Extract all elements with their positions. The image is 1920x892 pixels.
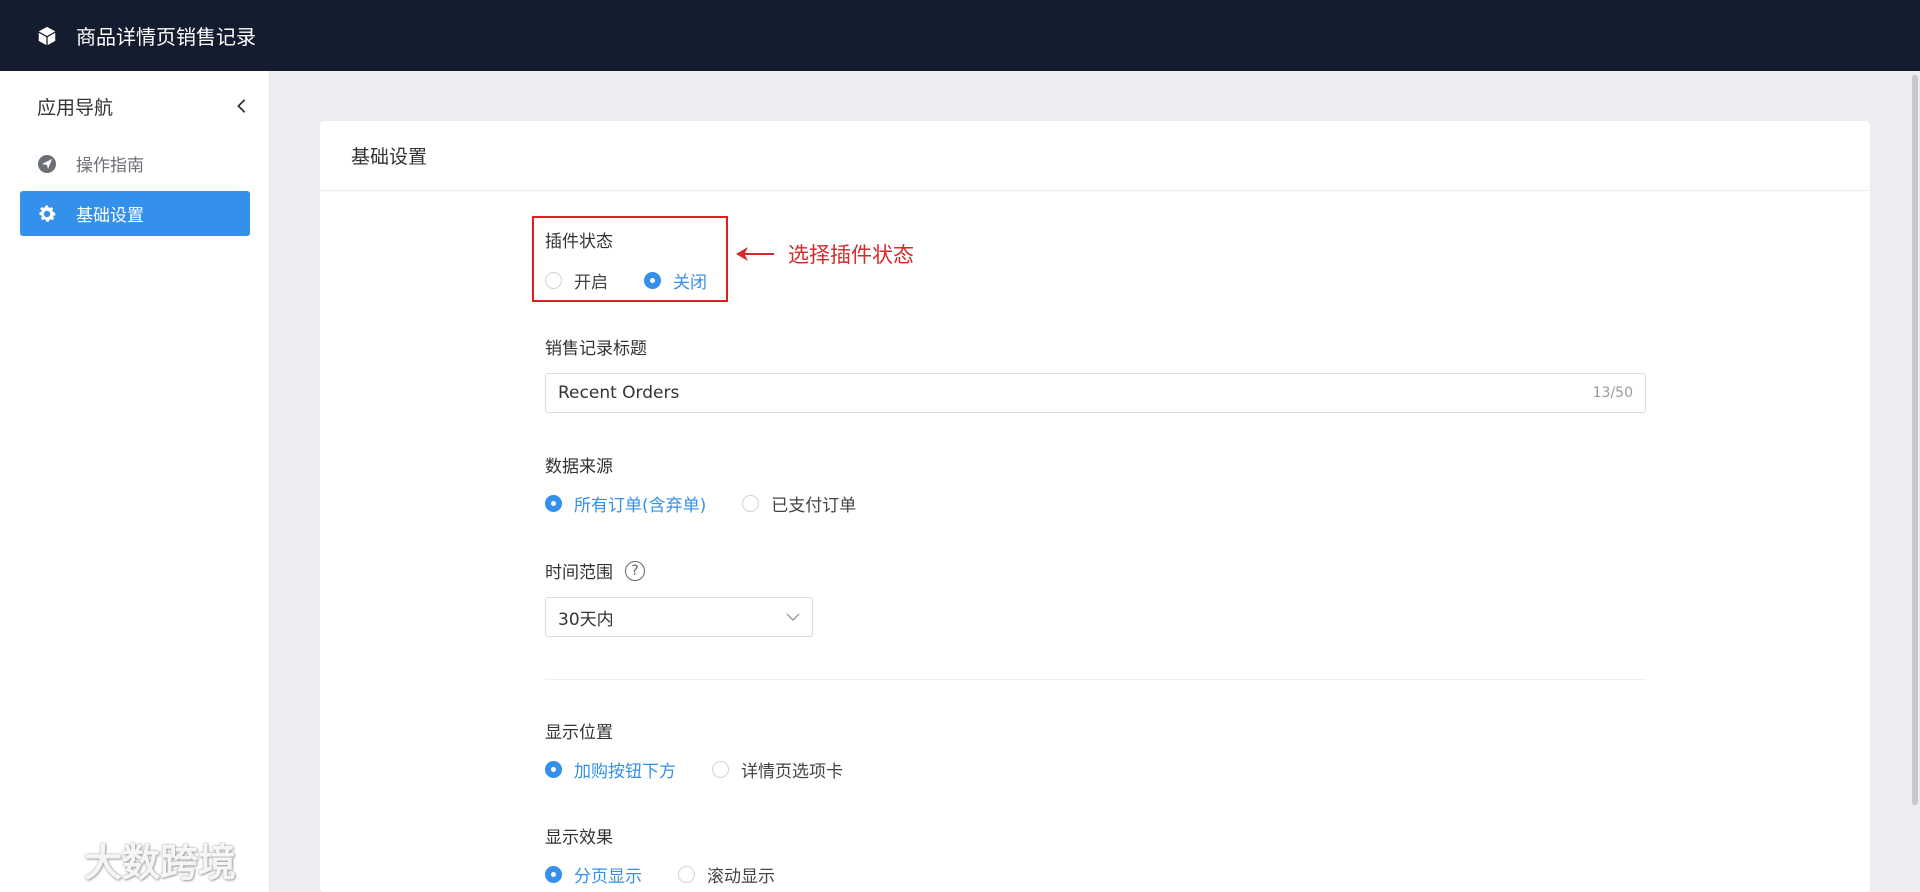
- display-position-below-cart-radio[interactable]: 加购按钮下方: [545, 757, 676, 782]
- display-effect-group: 显示效果 分页显示 滚动显示: [545, 823, 811, 887]
- radio-icon: [545, 272, 562, 289]
- radio-checked-icon: [545, 866, 562, 883]
- annotation: 选择插件状态: [736, 239, 914, 269]
- sales-title-label: 销售记录标题: [545, 339, 647, 359]
- display-effect-label: 显示效果: [545, 828, 613, 848]
- radio-checked-icon: [545, 761, 562, 778]
- sidebar-item-label: 基础设置: [76, 206, 144, 226]
- send-icon: [36, 153, 58, 175]
- time-range-label-row: 时间范围 ?: [545, 558, 813, 583]
- sidebar: 应用导航 操作指南 基础设置: [0, 71, 270, 892]
- radio-icon: [678, 866, 695, 883]
- section-divider: [545, 679, 1646, 680]
- radio-checked-icon: [545, 495, 562, 512]
- data-source-group: 数据来源 所有订单(含弃单) 已支付订单: [545, 452, 892, 516]
- sidebar-title: 应用导航: [37, 96, 114, 119]
- display-position-tab-radio[interactable]: 详情页选项卡: [712, 757, 843, 782]
- char-counter: 13/50: [1592, 385, 1633, 401]
- sales-title-value: Recent Orders: [558, 383, 680, 403]
- sidebar-item-label: 操作指南: [76, 156, 144, 176]
- help-icon[interactable]: ?: [625, 560, 645, 581]
- time-range-group: 时间范围 ? 30天内: [545, 558, 813, 637]
- sidebar-item-basic-settings[interactable]: 基础设置: [20, 191, 250, 236]
- radio-icon: [742, 495, 760, 512]
- data-source-paid-radio[interactable]: 已支付订单: [742, 491, 856, 516]
- app-header: 商品详情页销售记录: [0, 0, 1920, 71]
- sales-title-group: 销售记录标题 Recent Orders 13/50: [545, 334, 1646, 413]
- gear-icon: [36, 203, 58, 225]
- display-position-group: 显示位置 加购按钮下方 详情页选项卡: [545, 718, 879, 782]
- chevron-down-icon: [786, 613, 800, 621]
- sidebar-item-guide[interactable]: 操作指南: [20, 141, 250, 186]
- card-title: 基础设置: [320, 121, 1870, 191]
- time-range-label: 时间范围: [545, 563, 613, 583]
- display-effect-scroll-radio[interactable]: 滚动显示: [678, 862, 775, 887]
- plugin-status-off-radio[interactable]: 关闭: [644, 268, 707, 293]
- watermark-text: 大数跨境: [84, 841, 237, 885]
- watermark: 大数跨境: [12, 832, 236, 887]
- radio-icon: [712, 761, 729, 778]
- annotation-text: 选择插件状态: [788, 243, 914, 267]
- data-source-label: 数据来源: [545, 457, 613, 477]
- time-range-select[interactable]: 30天内: [545, 597, 813, 637]
- chevron-left-icon[interactable]: [233, 97, 251, 115]
- scrollbar[interactable]: [1912, 75, 1918, 805]
- plugin-status-label: 插件状态: [545, 232, 613, 252]
- display-position-label: 显示位置: [545, 723, 613, 743]
- plugin-status-group: 插件状态 开启 关闭: [545, 227, 743, 293]
- data-source-all-radio[interactable]: 所有订单(含弃单): [545, 491, 706, 516]
- box-icon: [38, 26, 56, 45]
- plugin-status-on-radio[interactable]: 开启: [545, 268, 608, 293]
- time-range-value: 30天内: [558, 609, 614, 630]
- watermark-logo-icon: [13, 841, 82, 881]
- radio-checked-icon: [644, 272, 661, 289]
- app-title: 商品详情页销售记录: [76, 25, 256, 49]
- sales-title-input[interactable]: Recent Orders 13/50: [545, 373, 1646, 413]
- sidebar-header: 应用导航: [0, 71, 269, 141]
- settings-card: 基础设置 选择插件状态 插件状态 开启 关闭 销售记录标题 Recent Ord…: [320, 121, 1870, 892]
- display-effect-paged-radio[interactable]: 分页显示: [545, 862, 642, 887]
